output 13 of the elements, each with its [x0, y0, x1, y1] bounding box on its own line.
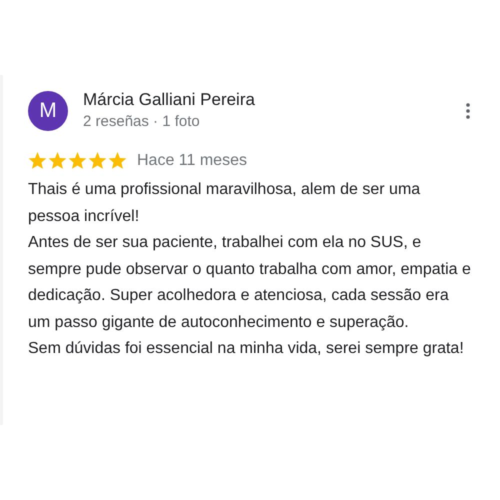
avatar[interactable]: M [28, 91, 68, 131]
review-text: Sem dúvidas foi essencial na minha vida, serei sempre grata! [28, 339, 465, 359]
star-icon [48, 152, 67, 170]
review-text: Thais é uma profissional maravilhosa, alem de ser uma pessoa incrível! [28, 180, 422, 226]
review-count: 2 reseñas · 1 foto [83, 112, 201, 132]
more-options-icon[interactable] [466, 103, 470, 119]
star-icon [68, 152, 87, 170]
star-icon [88, 152, 107, 170]
star-icon [28, 152, 47, 170]
review-text: Antes de ser sua paciente, trabalhei com ela no SUS, e sempre pude observar o quanto trabalha com amor, empatia e dedicação. Super acolhedora e atenciosa, cada sessão era um passo gigante de autoconhecimento e superação. [28, 233, 472, 332]
review-date: Hace 11 meses [137, 152, 247, 170]
star-icon [108, 152, 127, 170]
author-name[interactable]: Márcia Galliani Pereira [83, 89, 466, 111]
